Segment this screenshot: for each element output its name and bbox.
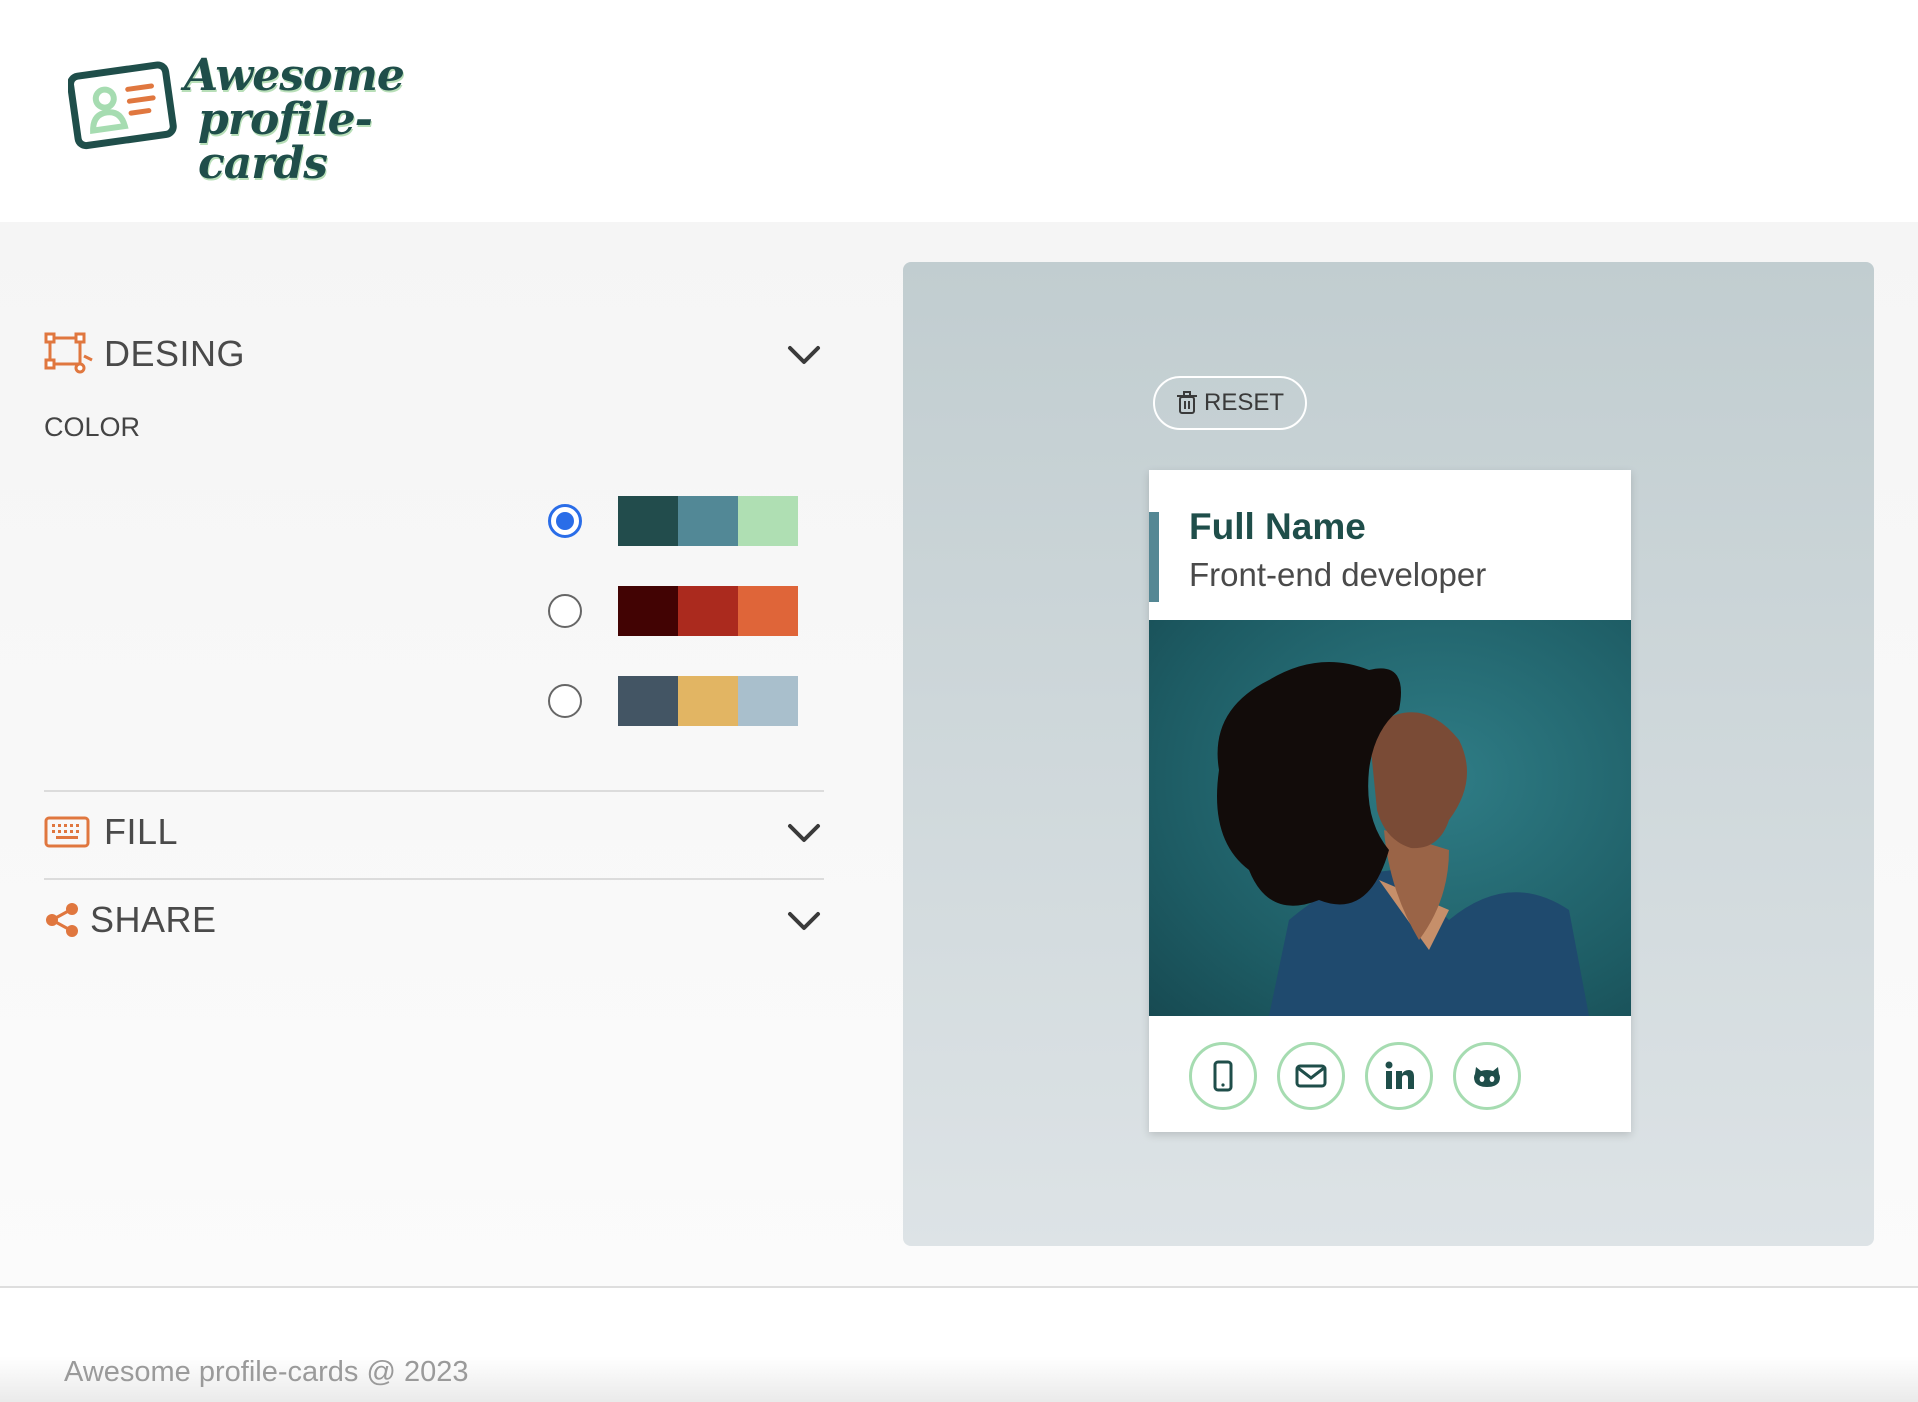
logo-line-2: profile-cards bbox=[198, 94, 373, 189]
linkedin-icon bbox=[1385, 1061, 1414, 1089]
palette-radio-2[interactable] bbox=[548, 594, 582, 628]
share-icon bbox=[44, 898, 80, 942]
swatch bbox=[678, 676, 738, 726]
linkedin-button[interactable] bbox=[1365, 1042, 1433, 1110]
form-panel: DESING COLOR FILL SHARE bbox=[44, 222, 824, 1286]
logo-text: Awesome profile-cards bbox=[184, 54, 488, 186]
card-job-title: Front-end developer bbox=[1189, 556, 1487, 593]
swatch bbox=[618, 676, 678, 726]
design-section-header[interactable]: DESING bbox=[44, 332, 824, 376]
github-icon bbox=[1474, 1067, 1500, 1087]
share-section-header[interactable]: SHARE bbox=[44, 898, 824, 942]
palette-radio-3[interactable] bbox=[548, 684, 582, 718]
swatch bbox=[738, 496, 798, 546]
logo[interactable]: Awesome profile-cards bbox=[68, 50, 488, 186]
design-section-title: DESING bbox=[104, 333, 246, 374]
card-preview-area: RESET Full Name Front-end developer bbox=[903, 262, 1874, 1246]
footer-text: Awesome profile-cards @ 2023 bbox=[64, 1356, 469, 1388]
social-links bbox=[1189, 1042, 1541, 1110]
color-label: COLOR bbox=[44, 412, 141, 442]
profile-photo bbox=[1149, 620, 1631, 1016]
trash-icon bbox=[1176, 391, 1197, 414]
swatch bbox=[618, 586, 678, 636]
header: Awesome profile-cards bbox=[0, 0, 1918, 222]
profile-card-logo-icon bbox=[68, 61, 177, 150]
palette-option-1[interactable] bbox=[548, 496, 798, 546]
card-accent-bar bbox=[1149, 512, 1159, 602]
chevron-down-icon[interactable] bbox=[784, 900, 824, 940]
profile-card: Full Name Front-end developer bbox=[1149, 470, 1631, 1132]
chevron-down-icon[interactable] bbox=[784, 812, 824, 852]
github-button[interactable] bbox=[1453, 1042, 1521, 1110]
logo-line-1: Awesome bbox=[184, 50, 405, 101]
design-icon bbox=[44, 332, 94, 376]
palette-radio-1[interactable] bbox=[548, 504, 582, 538]
mobile-icon bbox=[1213, 1060, 1233, 1092]
keyboard-icon bbox=[44, 810, 94, 854]
footer: Awesome profile-cards @ 2023 bbox=[0, 1286, 1918, 1402]
email-icon bbox=[1295, 1064, 1327, 1088]
swatch bbox=[678, 586, 738, 636]
card-header: Full Name Front-end developer bbox=[1149, 470, 1631, 620]
swatch bbox=[618, 496, 678, 546]
chevron-down-icon[interactable] bbox=[784, 334, 824, 374]
card-full-name: Full Name bbox=[1189, 506, 1366, 547]
palette-option-3[interactable] bbox=[548, 676, 798, 726]
reset-button[interactable]: RESET bbox=[1153, 376, 1307, 430]
swatch bbox=[678, 496, 738, 546]
share-section-title: SHARE bbox=[90, 899, 217, 940]
section-divider bbox=[44, 878, 824, 880]
fill-section-header[interactable]: FILL bbox=[44, 810, 824, 854]
main-area: DESING COLOR FILL SHARE RESET Full Name … bbox=[0, 222, 1918, 1286]
palette-option-2[interactable] bbox=[548, 586, 798, 636]
reset-label: RESET bbox=[1203, 389, 1284, 416]
section-divider bbox=[44, 790, 824, 792]
email-button[interactable] bbox=[1277, 1042, 1345, 1110]
swatch bbox=[738, 586, 798, 636]
mobile-button[interactable] bbox=[1189, 1042, 1257, 1110]
swatch bbox=[738, 676, 798, 726]
fill-section-title: FILL bbox=[104, 811, 179, 852]
